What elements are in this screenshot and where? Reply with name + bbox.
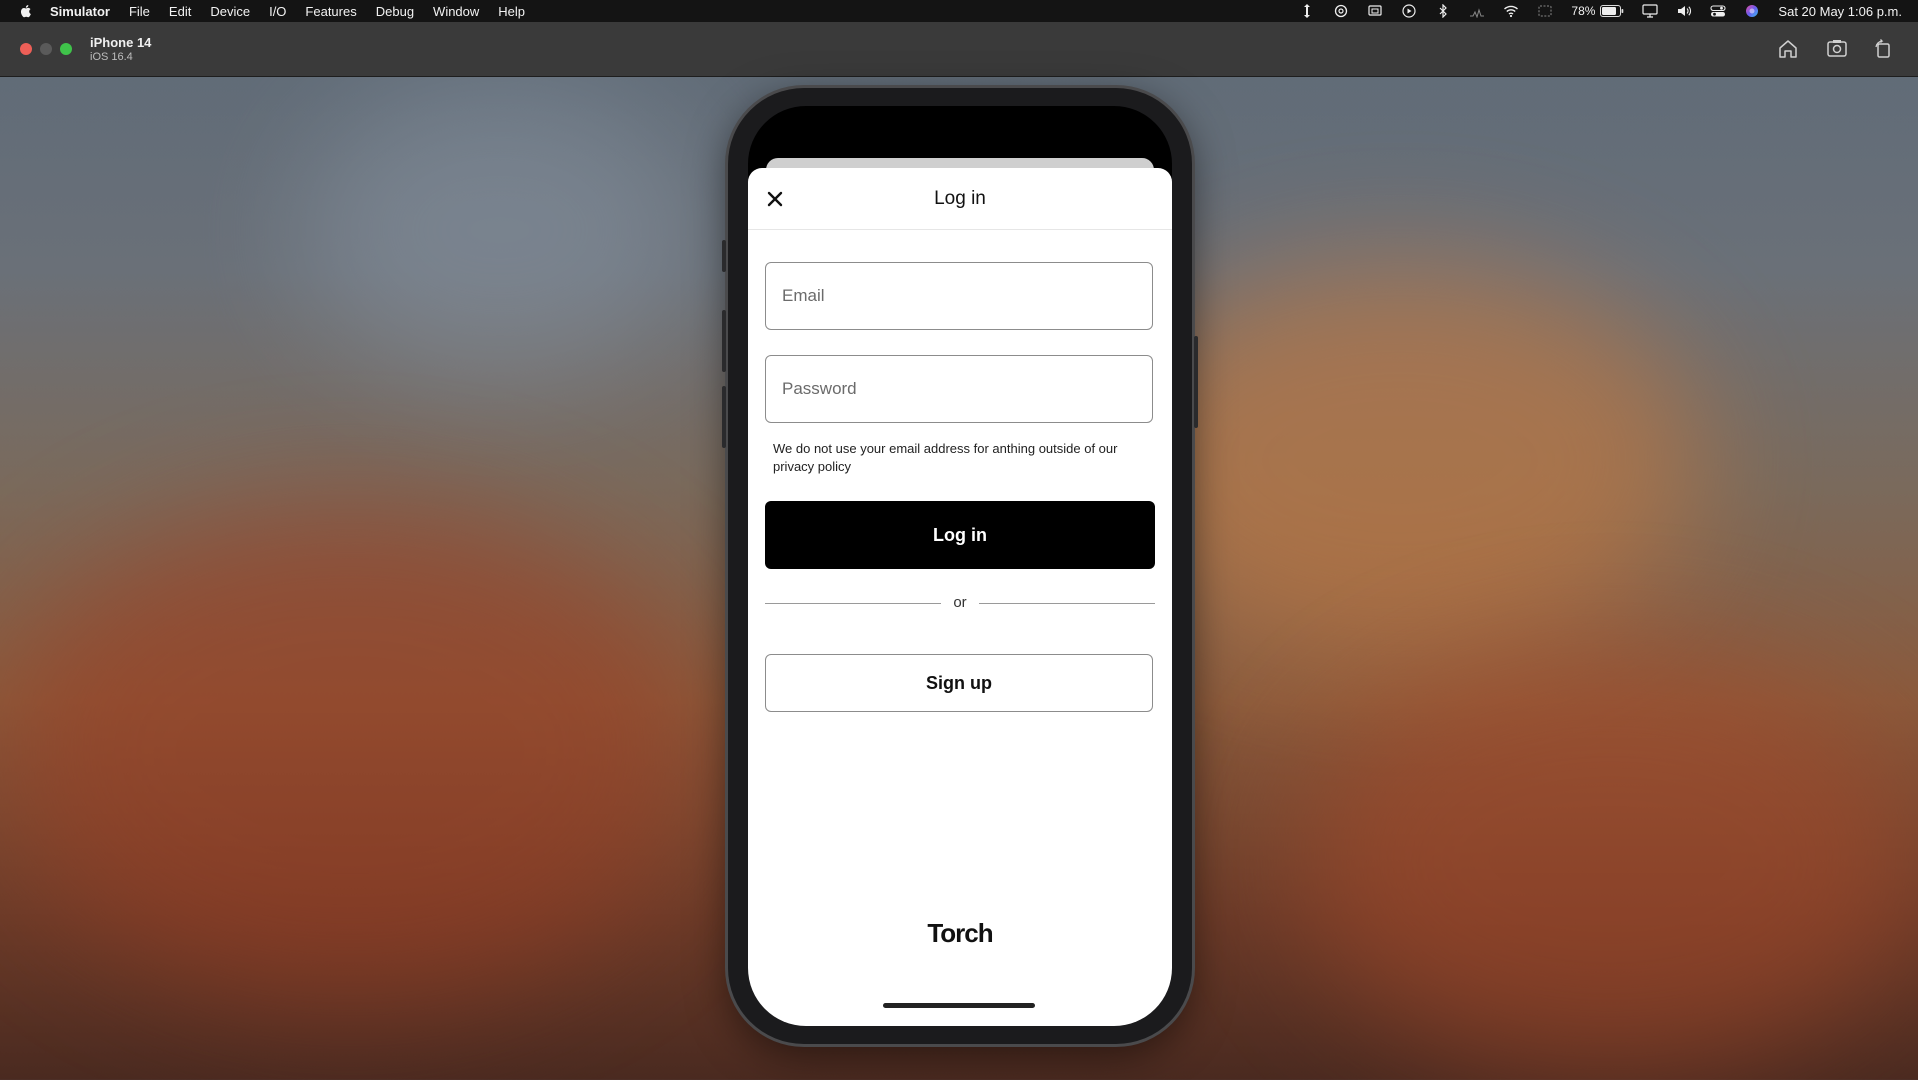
wallpaper-blob [1300, 650, 1918, 1070]
simulator-toolbar: iPhone 14 iOS 16.4 [0, 22, 1918, 77]
email-input[interactable] [766, 263, 1152, 329]
login-button[interactable]: Log in [765, 501, 1155, 569]
battery-percent: 78% [1571, 4, 1596, 18]
menu-file[interactable]: File [129, 4, 150, 19]
zoom-window-button[interactable] [60, 43, 72, 55]
bluetooth-icon[interactable] [1435, 4, 1451, 18]
minimize-window-button[interactable] [40, 43, 52, 55]
siri-icon[interactable] [1744, 4, 1760, 18]
screen-mirror-icon[interactable] [1367, 4, 1383, 18]
sheet-header: Log in [748, 168, 1172, 230]
signup-button[interactable]: Sign up [765, 654, 1153, 712]
wifi-icon[interactable] [1503, 4, 1519, 18]
menu-io[interactable]: I/O [269, 4, 286, 19]
iphone-device-frame: Log in We do not use your email address … [722, 88, 1198, 1044]
home-icon[interactable] [1777, 38, 1799, 60]
menu-debug[interactable]: Debug [376, 4, 414, 19]
menu-edit[interactable]: Edit [169, 4, 191, 19]
menu-window[interactable]: Window [433, 4, 479, 19]
volume-icon[interactable] [1676, 4, 1692, 18]
wallpaper-blob [300, 80, 700, 380]
logo-text: Torch [927, 918, 993, 948]
rotate-icon[interactable] [1872, 38, 1894, 60]
play-icon[interactable] [1401, 4, 1417, 18]
password-field[interactable] [765, 355, 1153, 423]
login-sheet: Log in We do not use your email address … [748, 168, 1172, 1026]
close-window-button[interactable] [20, 43, 32, 55]
email-field[interactable] [765, 262, 1153, 330]
display-icon[interactable] [1642, 4, 1659, 18]
screen-record-icon[interactable] [1537, 4, 1553, 18]
wallpaper-blob [0, 500, 700, 1000]
volume-up-button [722, 310, 726, 372]
home-indicator[interactable] [883, 1003, 1035, 1008]
divider-right [979, 603, 1155, 604]
arrow-updown-icon[interactable] [1299, 4, 1315, 18]
volume-down-button [722, 386, 726, 448]
power-button [1194, 336, 1198, 428]
battery-status[interactable]: 78% [1571, 4, 1624, 18]
battery-icon [1600, 5, 1624, 17]
menubar-datetime[interactable]: Sat 20 May 1:06 p.m. [1778, 4, 1902, 19]
torch-logo: Torch [748, 918, 1172, 949]
sheet-title: Log in [934, 188, 986, 209]
menu-help[interactable]: Help [498, 4, 525, 19]
phone-screen: Log in We do not use your email address … [748, 106, 1172, 1026]
privacy-notice: We do not use your email address for ant… [773, 441, 1118, 474]
activity-icon[interactable] [1469, 4, 1485, 18]
device-name: iPhone 14 [90, 35, 152, 50]
menu-bar: Simulator File Edit Device I/O Features … [0, 0, 1918, 22]
apple-logo-icon[interactable] [18, 3, 34, 19]
device-os-version: iOS 16.4 [90, 51, 133, 63]
password-input[interactable] [766, 356, 1152, 422]
chatgpt-icon[interactable] [1333, 4, 1349, 18]
status-menus: 78% Sat 20 May 1:06 p.m. [1299, 0, 1902, 22]
control-center-icon[interactable] [1710, 4, 1726, 18]
screenshot-icon[interactable] [1826, 38, 1848, 60]
menu-features[interactable]: Features [305, 4, 356, 19]
ringer-switch [722, 240, 726, 272]
menu-app-name[interactable]: Simulator [50, 4, 110, 19]
menu-device[interactable]: Device [210, 4, 250, 19]
